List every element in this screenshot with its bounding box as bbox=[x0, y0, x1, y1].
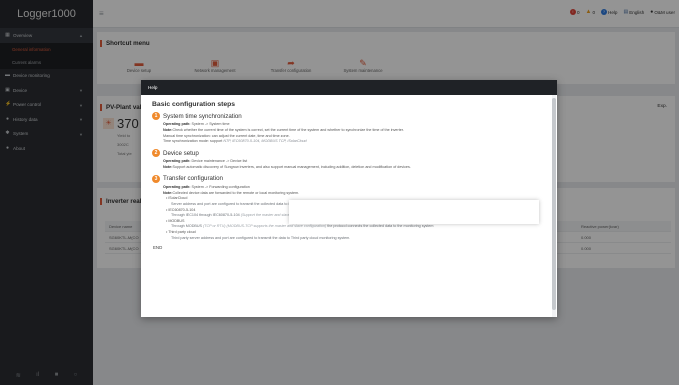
list-item-detail: Third party server address and port are … bbox=[171, 235, 351, 240]
step-title: System time synchronization bbox=[163, 112, 242, 120]
step-1: 1 System time synchronization Operating … bbox=[152, 112, 547, 145]
step-title: Transfer configuration bbox=[163, 175, 223, 183]
end-label: END bbox=[153, 245, 163, 251]
tooltip-box bbox=[289, 200, 539, 224]
step-heading: 3 Transfer configuration bbox=[152, 174, 547, 183]
step-heading: 1 System time synchronization bbox=[152, 112, 547, 120]
step-heading: 2 Device setup bbox=[152, 149, 547, 158]
modal-title: Basic configuration steps bbox=[152, 101, 236, 108]
step-number-badge: 2 bbox=[152, 149, 160, 158]
step-number-badge: 1 bbox=[152, 112, 160, 120]
step-line: Note:Support automatic discovery of Sung… bbox=[163, 164, 411, 169]
step-title: Device setup bbox=[163, 149, 199, 157]
step-line: Time synchronization mode: support NTP, … bbox=[163, 139, 307, 144]
help-modal: Help Basic configuration steps 1 System … bbox=[141, 80, 557, 317]
scrollbar-thumb[interactable] bbox=[552, 98, 556, 310]
step-2: 2 Device setup Operating path: Device ma… bbox=[152, 149, 547, 171]
step-number-badge: 3 bbox=[152, 174, 160, 183]
modal-header: Help bbox=[141, 80, 557, 95]
